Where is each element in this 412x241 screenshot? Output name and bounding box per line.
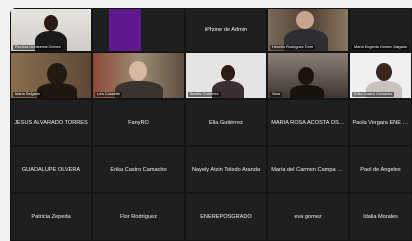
name-tile-participant-19[interactable]: María del Carmen Campa Her... (267, 146, 349, 193)
participant-name: FanyRO (128, 119, 149, 126)
participant-name: Paola Vergara ENE (eha) (352, 119, 408, 126)
name-tile-participant-15[interactable]: Paola Vergara ENE (eha) (349, 99, 412, 146)
name-tile-participant-22[interactable]: Flor Rodríguez (92, 193, 185, 241)
participant-name: María del Carmen Campa Her... (271, 166, 345, 173)
participant-name: Flor Rodríguez (120, 214, 157, 220)
video-tile-participant-3[interactable]: iPhone de Admin (185, 8, 267, 52)
name-tile-participant-23[interactable]: ENEREPOSGRADO (185, 193, 267, 241)
participant-name-label: Sara (270, 92, 283, 97)
name-tile-participant-14[interactable]: MARIA ROSA ACOSTA OSO... (267, 99, 349, 146)
video-tile-participant-5[interactable]: María Eugenia Gómez Salgado (349, 8, 412, 52)
name-tile-participant-13[interactable]: Elia Gutiérrez (185, 99, 267, 146)
video-tile-participant-1[interactable]: Rectora Montserrat Gómez (10, 8, 92, 52)
participant-name-label: Beatriz Gutiérrez (188, 92, 221, 97)
video-tile-participant-6[interactable]: María Delgado (10, 52, 92, 99)
meeting-gallery-view: Rectora Montserrat Gómez iPhone de Admin… (10, 8, 412, 241)
participant-name: Elia Gutiérrez (209, 119, 243, 126)
video-tile-participant-4[interactable]: Hermilo Rodríguez Torre (267, 8, 349, 52)
video-tile-participant-9[interactable]: Sara (267, 52, 349, 99)
name-tile-participant-18[interactable]: Nayely Atzin Toledo Aranda (185, 146, 267, 193)
name-tile-participant-21[interactable]: Patricia Zepeda (10, 193, 92, 241)
participant-name-label: María Delgado (13, 92, 42, 97)
participant-name: JESUS ALVARADO TORRES (14, 119, 88, 126)
participant-name: Erika Castro Camacho (110, 166, 167, 173)
participant-name: Idalia Morales (363, 214, 398, 220)
participant-name-label: María Eugenia Gómez Salgado (352, 45, 409, 50)
video-tile-participant-7[interactable]: Luis Cossette (92, 52, 185, 99)
name-tile-participant-20[interactable]: Paol de Angeles (349, 146, 412, 193)
participant-name: GUADALUPE OLVERA (21, 166, 81, 173)
participant-name: eva gomez (294, 214, 322, 220)
name-tile-participant-11[interactable]: JESUS ALVARADO TORRES (10, 99, 92, 146)
participant-name: Paol de Angeles (360, 166, 401, 173)
video-tile-participant-2[interactable] (92, 8, 185, 52)
name-tile-participant-17[interactable]: Erika Castro Camacho (92, 146, 185, 193)
participant-name-label: Luis Cossette (95, 92, 123, 97)
participant-name: Patricia Zepeda (31, 214, 71, 220)
participant-name-label: Erika Castro Camacho (352, 92, 395, 97)
name-tile-participant-16[interactable]: GUADALUPE OLVERA (10, 146, 92, 193)
participant-name-label: Hermilo Rodríguez Torre (270, 45, 316, 50)
video-tile-participant-10[interactable]: Erika Castro Camacho (349, 52, 412, 99)
participant-name: MARIA ROSA ACOSTA OSO... (271, 119, 345, 126)
participant-name: Nayely Atzin Toledo Aranda (192, 166, 260, 173)
name-tile-participant-25[interactable]: Idalia Morales (349, 193, 412, 241)
video-tile-participant-8[interactable]: Beatriz Gutiérrez (185, 52, 267, 99)
name-tile-participant-24[interactable]: eva gomez (267, 193, 349, 241)
participant-name: ENEREPOSGRADO (200, 214, 252, 220)
name-tile-participant-12[interactable]: FanyRO (92, 99, 185, 146)
participant-name-label: iPhone de Admin (204, 27, 248, 33)
participant-name-label: Rectora Montserrat Gómez (13, 45, 63, 50)
